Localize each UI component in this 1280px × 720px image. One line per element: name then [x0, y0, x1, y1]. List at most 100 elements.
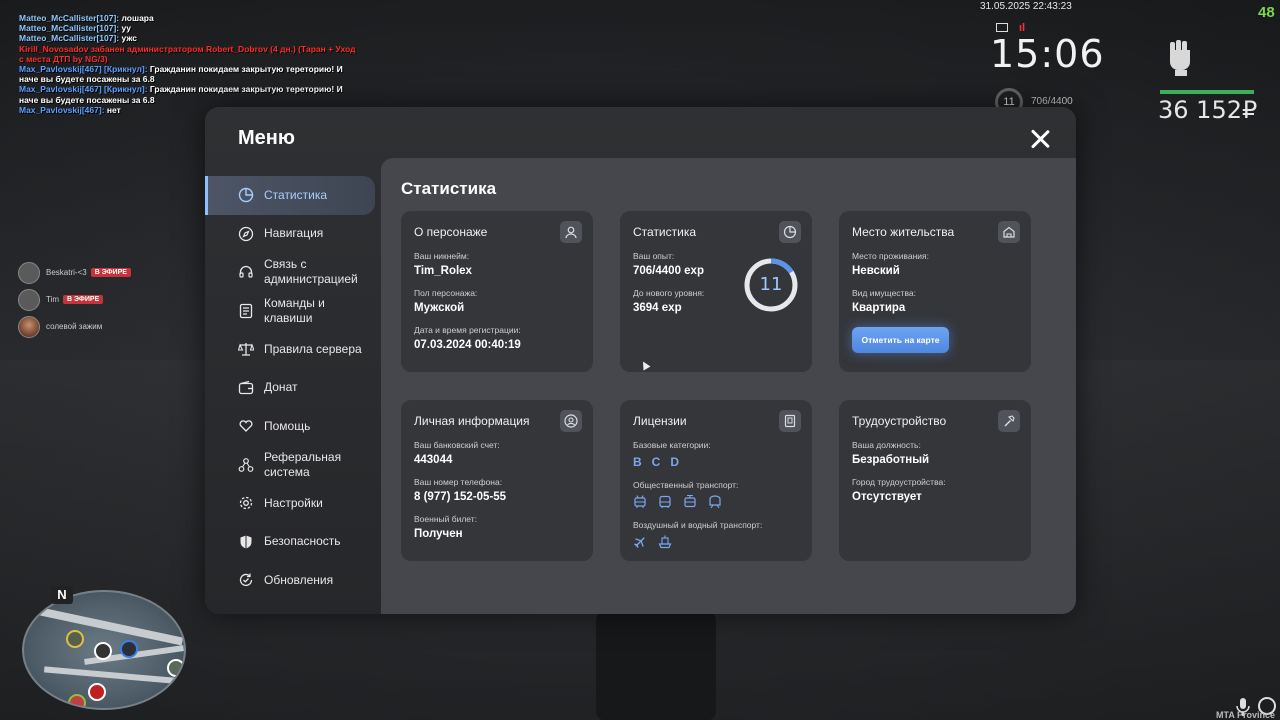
boat-icon: [658, 535, 672, 549]
shield-icon: [240, 535, 252, 549]
health-bar: [1160, 90, 1254, 94]
subway-icon: [709, 495, 721, 509]
hud-time: 15:06: [990, 32, 1105, 76]
chat-line: наче вы будете посажены за 6.8: [19, 74, 155, 85]
sidebar-item-contact-admin[interactable]: Связь с администрацией: [205, 253, 381, 292]
tram-icon: [684, 495, 696, 508]
registration-value: 07.03.2024 00:40:19: [414, 339, 521, 351]
licenses-card: Лицензии Базовые категории: B C D Общест…: [620, 400, 812, 561]
sidebar-item-label: Обновления: [264, 572, 334, 587]
refresh-check-icon: [239, 573, 253, 587]
sidebar-item-security[interactable]: Безопасность: [205, 523, 381, 562]
wallet-icon: [238, 380, 254, 394]
field-label: Ваша должность:: [852, 440, 921, 450]
fist-icon: [1170, 40, 1190, 76]
chat-line: Matteo_McCallister[107]: ужс: [19, 33, 137, 44]
hud-exp: 706/4400: [1031, 96, 1073, 107]
sidebar-item-label: Реферальная система: [264, 449, 342, 479]
sidebar-item-rules[interactable]: Правила сервера: [205, 330, 381, 369]
close-button[interactable]: [1028, 127, 1052, 151]
scales-icon: [238, 343, 254, 356]
hammer-icon: [998, 410, 1020, 432]
mail-icon: [996, 23, 1008, 32]
hud-money: 36 152₽: [1158, 96, 1258, 124]
stats-panel: Статистика О персонаже Ваш никнейм: Tim_…: [381, 158, 1076, 614]
trolleybus-icon: [634, 495, 646, 508]
user-icon: [560, 221, 582, 243]
character-card: О персонаже Ваш никнейм: Tim_Rolex Пол п…: [401, 211, 593, 372]
sidebar-item-label: Команды и клавиши: [264, 295, 325, 325]
sidebar-item-label: Настройки: [264, 495, 323, 510]
target-icon: [68, 694, 86, 708]
avatar: [18, 315, 40, 338]
employment-card: Трудоустройство Ваша должность: Безработ…: [839, 400, 1031, 561]
phone-value: 8 (977) 152-05-55: [414, 491, 507, 503]
house-icon: [998, 221, 1020, 243]
sidebar-item-label: Правила сервера: [264, 341, 362, 356]
player-arrow-icon: [94, 642, 112, 660]
sidebar: Статистика Навигация Связь с администрац…: [205, 176, 381, 600]
mark-on-map-button[interactable]: Отметить на карте: [852, 327, 949, 353]
chat-line: Max_Pavlovskij[467] [Крикнул]: Гражданин…: [19, 64, 343, 75]
field-label: Вид имущества:: [852, 288, 916, 298]
chat-log: Matteo_McCallister[107]: лошара Matteo_M…: [19, 13, 356, 115]
minimap-road: [43, 666, 175, 684]
page-title: Статистика: [401, 179, 497, 198]
sidebar-item-label: Помощь: [264, 418, 311, 433]
avatar: [18, 261, 40, 284]
personal-info-card: Личная информация Ваш банковский счет: 4…: [401, 400, 593, 561]
sidebar-item-statistics[interactable]: Статистика: [205, 176, 375, 215]
sidebar-item-settings[interactable]: Настройки: [205, 484, 381, 523]
field-label: Военный билет:: [414, 514, 478, 524]
level-value: 11: [759, 274, 783, 295]
chat-line: наче вы будете посажены за 6.8: [19, 94, 155, 105]
sidebar-item-updates[interactable]: Обновления: [205, 561, 381, 600]
hospital-icon: [88, 683, 106, 701]
menu-title: Меню: [238, 127, 295, 149]
airplane-icon: [634, 537, 645, 548]
nickname-value: Tim_Rolex: [414, 265, 472, 277]
user-circle-icon: [560, 410, 582, 432]
voice-chat-list: Beskatri-<3 В ЭФИРЕ Tim В ЭФИРЕ солевой …: [18, 259, 131, 340]
field-label: Город трудоустройства:: [852, 477, 946, 487]
pie-chart-icon: [238, 188, 254, 203]
network-icon: [238, 457, 254, 472]
sidebar-item-label: Безопасность: [264, 534, 341, 549]
air-water-licenses: [633, 535, 799, 549]
bank-account-value: 443044: [414, 454, 453, 466]
chat-line: Kirill_Novosadov забанен администратором…: [19, 43, 356, 54]
statistics-card: Статистика Ваш опыт: 706/4400 exp До нов…: [620, 211, 812, 372]
field-label: Ваш банковский счет:: [414, 440, 500, 450]
gender-value: Мужской: [414, 302, 465, 314]
residence-card: Место жительства Место проживания: Невск…: [839, 211, 1031, 372]
license-category: B: [633, 455, 642, 469]
card-title: Личная информация: [414, 414, 530, 428]
minimap-road: [34, 606, 184, 646]
chat-line: Matteo_McCallister[107]: лошара: [19, 13, 154, 23]
sidebar-item-label: Навигация: [264, 226, 324, 241]
sidebar-item-donate[interactable]: Донат: [205, 369, 381, 408]
avatar: [18, 288, 40, 311]
field-label: Общественный транспорт:: [633, 480, 739, 490]
voice-row: Tim В ЭФИРЕ: [18, 286, 131, 313]
card-title: Трудоустройство: [852, 414, 947, 428]
status-badge: В ЭФИРЕ: [63, 295, 104, 304]
sidebar-item-label: Донат: [264, 380, 298, 395]
sidebar-item-referral[interactable]: Реферальная система: [205, 446, 381, 485]
hud-datetime: 31.05.2025 22:43:23: [980, 1, 1072, 12]
sidebar-item-label: Статистика: [264, 187, 328, 202]
headset-icon: [239, 266, 253, 278]
sidebar-item-help[interactable]: Помощь: [205, 407, 381, 446]
sidebar-item-commands[interactable]: Команды и клавиши: [205, 292, 381, 331]
menu-window: Меню Статистика Навигация Связь с админи…: [205, 107, 1076, 614]
minimap-north: N: [51, 586, 73, 604]
property-type-value: Квартира: [852, 302, 906, 314]
level-progress-ring: 11: [743, 257, 799, 313]
field-label: Дата и время регистрации:: [414, 325, 521, 335]
heart-hand-icon: [239, 420, 253, 433]
sidebar-item-navigation[interactable]: Навигация: [205, 215, 381, 254]
player-character: [596, 612, 716, 720]
minimap: [22, 590, 186, 710]
field-label: Ваш номер телефона:: [414, 477, 503, 487]
watermark: MTA Province: [1216, 710, 1276, 720]
